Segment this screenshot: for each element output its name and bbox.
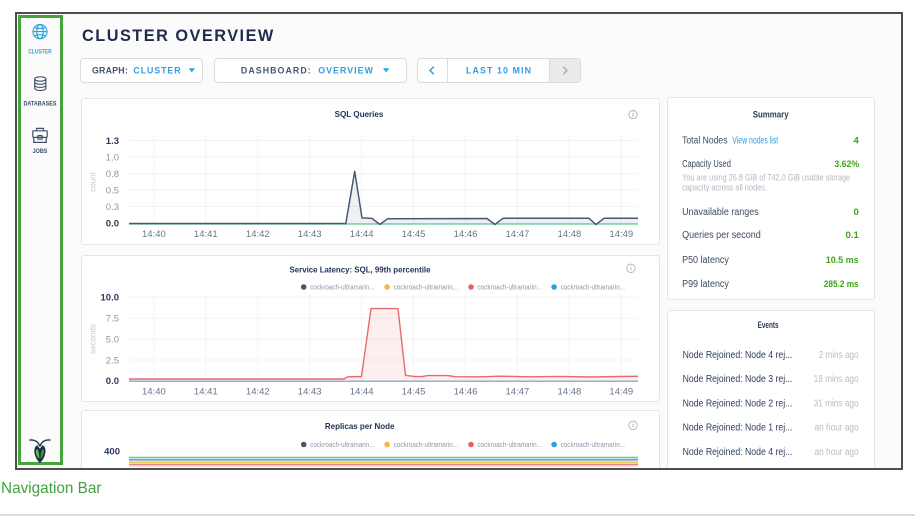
svg-text:Node Rejoined: Node 3 rej...: Node Rejoined: Node 3 rej...: [683, 374, 793, 385]
svg-text:3.62%: 3.62%: [834, 159, 859, 170]
svg-text:14:44: 14:44: [350, 387, 374, 398]
svg-text:Replicas per Node: Replicas per Node: [325, 422, 395, 431]
svg-text:14:43: 14:43: [298, 387, 322, 398]
svg-text:SQL Queries: SQL Queries: [335, 110, 384, 119]
svg-text:Events: Events: [758, 320, 779, 330]
svg-text:14:42: 14:42: [246, 229, 270, 240]
svg-text:10.5 ms: 10.5 ms: [826, 255, 859, 266]
svg-text:14:49: 14:49: [609, 229, 633, 240]
svg-text:14:44: 14:44: [350, 229, 374, 240]
svg-text:14:45: 14:45: [402, 229, 426, 240]
svg-text:cockroach-ultramarin...: cockroach-ultramarin...: [561, 440, 625, 449]
svg-text:31 mins ago: 31 mins ago: [814, 398, 859, 409]
svg-text:14:46: 14:46: [454, 229, 478, 240]
svg-text:JOBS: JOBS: [33, 148, 48, 155]
svg-text:cockroach-ultramarin...: cockroach-ultramarin...: [310, 283, 374, 292]
svg-text:0.0: 0.0: [106, 376, 119, 387]
svg-text:cockroach-ultramarin...: cockroach-ultramarin...: [394, 440, 458, 449]
svg-text:14:49: 14:49: [609, 387, 633, 398]
svg-text:OVERVIEW: OVERVIEW: [318, 66, 373, 76]
svg-text:0.3: 0.3: [106, 202, 119, 213]
svg-text:LAST 10 MIN: LAST 10 MIN: [466, 66, 531, 76]
svg-text:Node Rejoined: Node 4 rej...: Node Rejoined: Node 4 rej...: [683, 350, 793, 361]
svg-text:14:47: 14:47: [506, 387, 530, 398]
svg-text:5.0: 5.0: [106, 334, 119, 345]
svg-text:cockroach-ultramarin...: cockroach-ultramarin...: [310, 440, 374, 449]
svg-text:14:40: 14:40: [142, 387, 166, 398]
svg-text:0: 0: [854, 207, 859, 218]
svg-text:285.2 ms: 285.2 ms: [824, 279, 859, 290]
svg-text:14:41: 14:41: [194, 387, 218, 398]
svg-text:18 mins ago: 18 mins ago: [814, 374, 859, 385]
svg-text:CLUSTER: CLUSTER: [133, 66, 181, 76]
svg-text:1.3: 1.3: [106, 136, 119, 147]
svg-text:P99 latency: P99 latency: [682, 279, 729, 290]
svg-text:400: 400: [104, 447, 120, 458]
svg-text:2 mins ago: 2 mins ago: [819, 350, 859, 361]
svg-text:14:48: 14:48: [558, 229, 582, 240]
svg-text:14:45: 14:45: [402, 387, 426, 398]
svg-text:DATABASES: DATABASES: [24, 100, 57, 107]
svg-text:CLUSTER: CLUSTER: [28, 49, 52, 56]
svg-text:4: 4: [854, 136, 860, 147]
svg-text:cockroach-ultramarin...: cockroach-ultramarin...: [478, 440, 542, 449]
svg-text:14:46: 14:46: [454, 387, 478, 398]
svg-text:2.5: 2.5: [106, 355, 119, 366]
svg-text:Service Latency: SQL, 99th per: Service Latency: SQL, 99th percentile: [290, 266, 431, 275]
svg-text:Node Rejoined: Node 4 rej...: Node Rejoined: Node 4 rej...: [683, 447, 793, 458]
svg-text:10.0: 10.0: [101, 293, 120, 304]
svg-text:0.1: 0.1: [846, 230, 860, 241]
svg-text:capacity across all nodes.: capacity across all nodes.: [682, 183, 767, 193]
svg-text:14:40: 14:40: [142, 229, 166, 240]
svg-text:Node Rejoined: Node 2 rej...: Node Rejoined: Node 2 rej...: [683, 398, 793, 409]
svg-text:an hour ago: an hour ago: [815, 447, 859, 458]
svg-text:count: count: [89, 171, 98, 191]
svg-text:Node Rejoined: Node 1 rej...: Node Rejoined: Node 1 rej...: [683, 423, 793, 434]
svg-text:P50 latency: P50 latency: [682, 255, 729, 266]
svg-text:CLUSTER OVERVIEW: CLUSTER OVERVIEW: [82, 27, 274, 45]
svg-text:Capacity Used: Capacity Used: [682, 159, 731, 170]
svg-text:seconds: seconds: [89, 324, 98, 354]
svg-text:Summary: Summary: [753, 109, 789, 119]
svg-text:14:48: 14:48: [558, 387, 582, 398]
svg-text:cockroach-ultramarin...: cockroach-ultramarin...: [478, 283, 542, 292]
svg-text:14:47: 14:47: [506, 229, 530, 240]
svg-text:Total Nodes: Total Nodes: [682, 136, 727, 147]
svg-text:14:41: 14:41: [194, 229, 218, 240]
svg-text:Queries per second: Queries per second: [682, 230, 761, 241]
svg-text:1.0: 1.0: [106, 152, 119, 163]
svg-text:cockroach-ultramarin...: cockroach-ultramarin...: [394, 283, 458, 292]
svg-text:You are using 26.8 GiB of 742.: You are using 26.8 GiB of 742.0 GiB usab…: [682, 172, 850, 182]
svg-text:7.5: 7.5: [106, 314, 119, 325]
svg-text:an hour ago: an hour ago: [815, 423, 859, 434]
svg-text:View nodes list: View nodes list: [732, 136, 778, 147]
svg-text:14:42: 14:42: [246, 387, 270, 398]
svg-text:Navigation Bar: Navigation Bar: [1, 480, 102, 497]
svg-text:0.0: 0.0: [106, 218, 119, 229]
svg-text:GRAPH:: GRAPH:: [92, 66, 128, 76]
svg-text:14:43: 14:43: [298, 229, 322, 240]
svg-text:0.5: 0.5: [106, 185, 119, 196]
svg-text:0.8: 0.8: [106, 169, 119, 180]
svg-text:cockroach-ultramarin...: cockroach-ultramarin...: [561, 283, 625, 292]
svg-text:DASHBOARD:: DASHBOARD:: [241, 66, 311, 76]
svg-text:Unavailable ranges: Unavailable ranges: [682, 207, 759, 218]
